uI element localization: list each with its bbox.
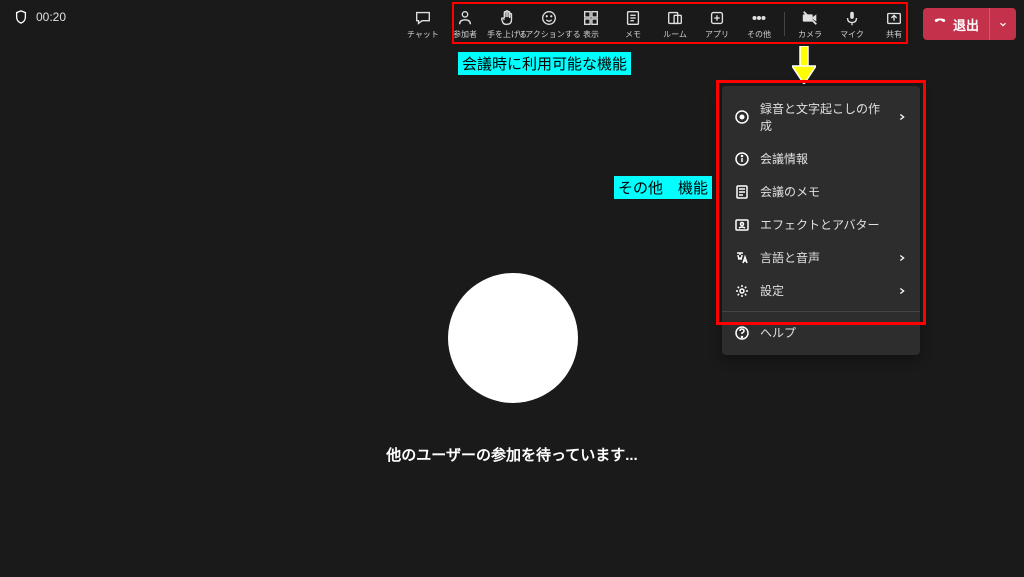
menu-item-record-transcribe[interactable]: 録音と文字起こしの作成 [722, 92, 920, 142]
phone-icon [933, 15, 947, 34]
effects-icon [734, 217, 750, 233]
hand-icon [498, 9, 516, 27]
chevron-right-icon [896, 111, 908, 123]
leave-label: 退出 [953, 15, 979, 34]
rooms-button[interactable]: ルーム [654, 4, 696, 44]
leave-button-group: 退出 [923, 8, 1016, 40]
share-button[interactable]: 共有 [873, 4, 915, 44]
meeting-toolbar: チャット 参加者 手を上げる リアクションする 表示 [402, 4, 1016, 44]
emoji-icon [540, 9, 558, 27]
toolbar-divider [784, 12, 785, 36]
gear-icon [734, 283, 750, 299]
annotation-menu-label: その他 機能 [614, 176, 712, 199]
apps-icon [708, 9, 726, 27]
view-button[interactable]: 表示 [570, 4, 612, 44]
shield-icon [14, 10, 28, 24]
camera-off-icon [801, 9, 819, 27]
more-options-menu: 録音と文字起こしの作成 会議情報 会議のメモ エフェクトとアバター 言語と音声 [722, 86, 920, 355]
react-button[interactable]: リアクションする [528, 4, 570, 44]
apps-button[interactable]: アプリ [696, 4, 738, 44]
note-icon [624, 9, 642, 27]
participants-button[interactable]: 参加者 [444, 4, 486, 44]
menu-item-meeting-info[interactable]: 会議情報 [722, 142, 920, 175]
avatar-placeholder [448, 273, 578, 403]
annotation-toolbar-label: 会議時に利用可能な機能 [458, 52, 631, 75]
people-icon [456, 9, 474, 27]
menu-item-effects-avatar[interactable]: エフェクトとアバター [722, 208, 920, 241]
grid-icon [582, 9, 600, 27]
chevron-right-icon [896, 252, 908, 264]
menu-item-help[interactable]: ヘルプ [722, 316, 920, 349]
menu-item-meeting-notes[interactable]: 会議のメモ [722, 175, 920, 208]
info-icon [734, 151, 750, 167]
waiting-message: 他のユーザーの参加を待っています... [0, 444, 1024, 465]
chevron-down-icon [998, 19, 1008, 29]
meeting-timer: 00:20 [36, 10, 66, 24]
notes-button[interactable]: メモ [612, 4, 654, 44]
notes-icon [734, 184, 750, 200]
record-icon [734, 109, 750, 125]
chat-icon [414, 9, 432, 27]
chat-button[interactable]: チャット [402, 4, 444, 44]
more-icon [750, 9, 768, 27]
language-icon [734, 250, 750, 266]
chevron-right-icon [896, 285, 908, 297]
menu-item-settings[interactable]: 設定 [722, 274, 920, 307]
share-icon [885, 9, 903, 27]
mic-icon [843, 9, 861, 27]
room-icon [666, 9, 684, 27]
camera-button[interactable]: カメラ [789, 4, 831, 44]
leave-dropdown[interactable] [989, 8, 1016, 40]
mic-button[interactable]: マイク [831, 4, 873, 44]
menu-item-language-audio[interactable]: 言語と音声 [722, 241, 920, 274]
timer-section: 00:20 [8, 4, 72, 30]
annotation-yellow-arrow [792, 46, 816, 89]
help-icon [734, 325, 750, 341]
more-button[interactable]: その他 [738, 4, 780, 44]
leave-button[interactable]: 退出 [923, 8, 989, 40]
menu-divider [722, 311, 920, 312]
